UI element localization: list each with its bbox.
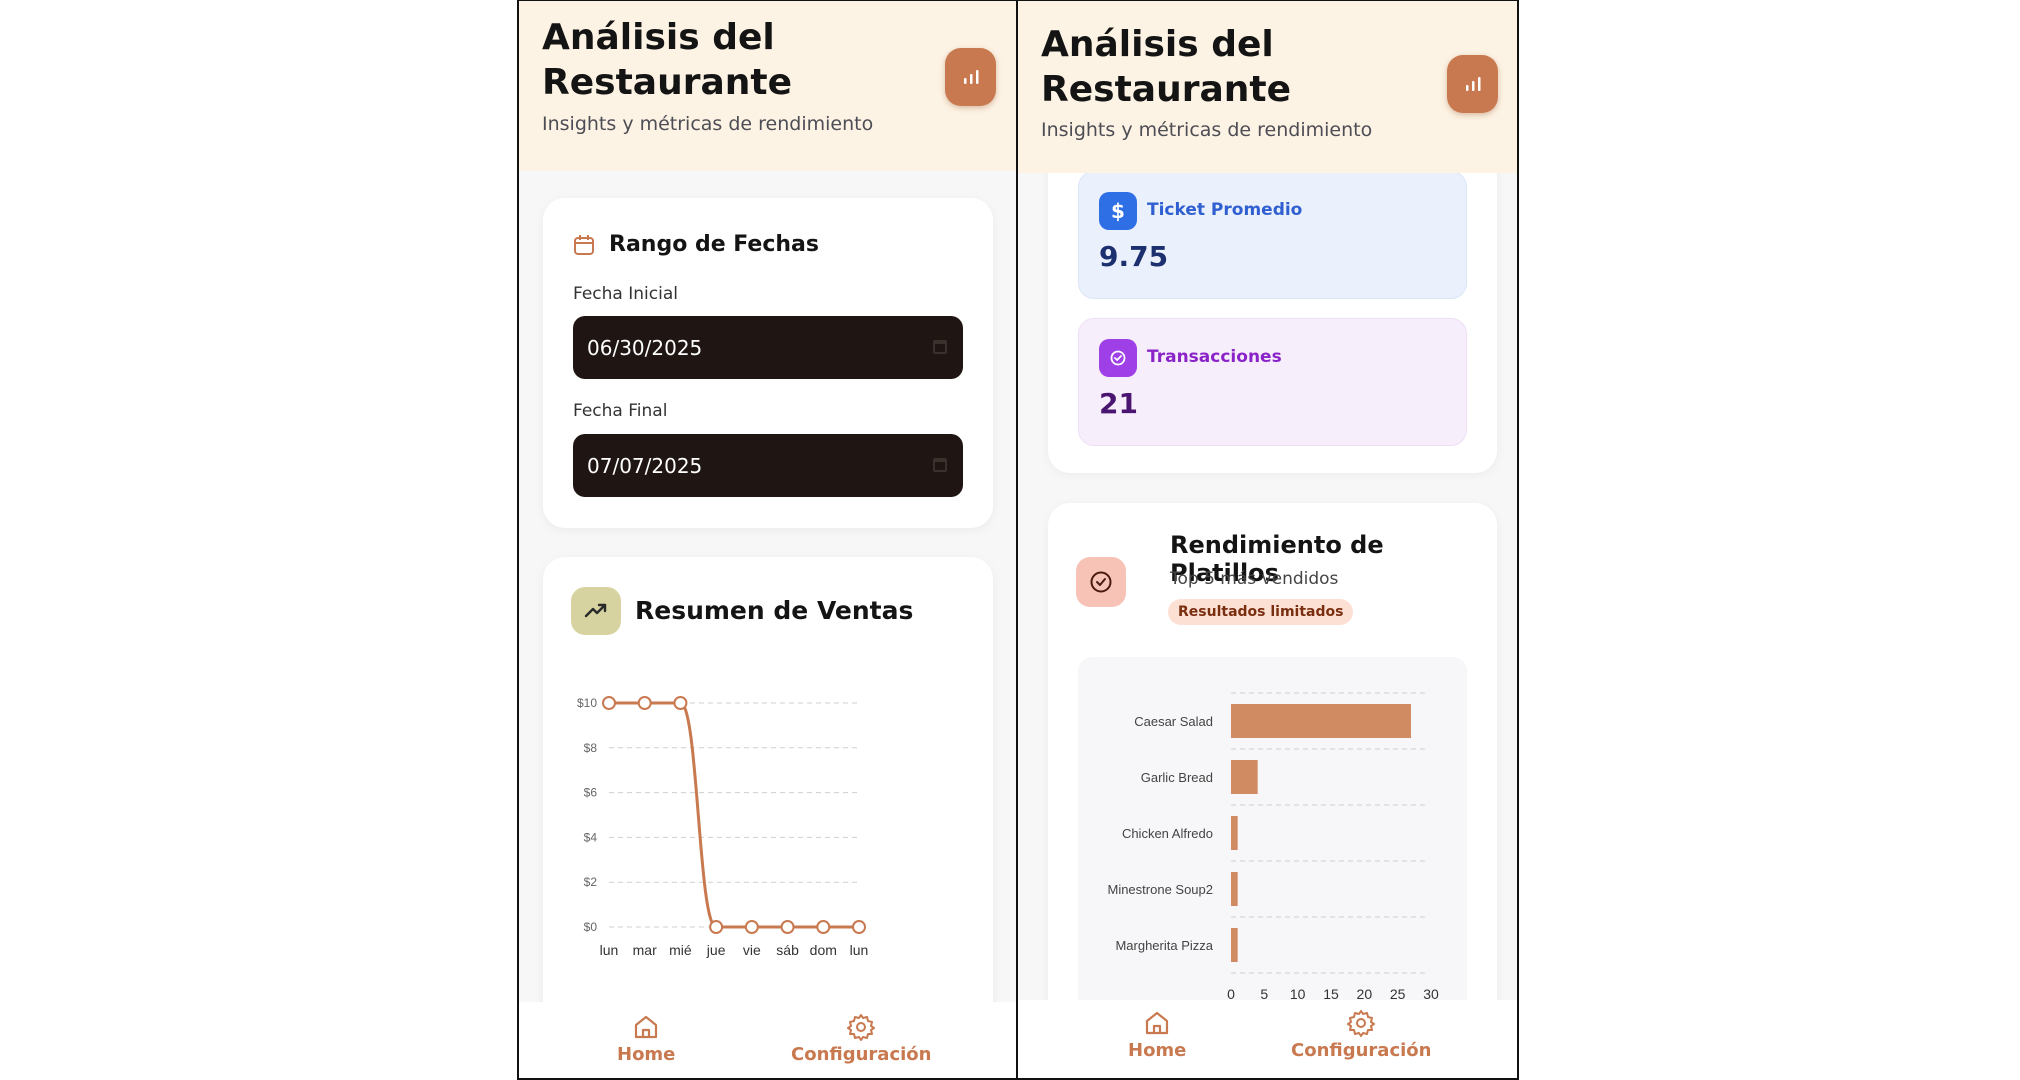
page-title: Análisis del Restaurante <box>542 15 792 105</box>
date-range-title: Rango de Fechas <box>609 232 819 257</box>
left-screen: Análisis del Restaurante Insights y métr… <box>517 0 1018 1080</box>
nav-settings[interactable]: Configuración <box>791 1012 931 1065</box>
dish-bar <box>1231 704 1411 738</box>
start-date-value: 06/30/2025 <box>587 335 703 360</box>
home-icon <box>635 1015 658 1039</box>
start-date-label: Fecha Inicial <box>573 284 678 304</box>
page-title: Análisis del Restaurante <box>1041 22 1291 112</box>
title-line-1: Análisis del <box>1041 24 1274 65</box>
y-tick-label: $6 <box>584 786 598 800</box>
sales-point <box>780 920 795 934</box>
check-circle-icon <box>1090 571 1112 593</box>
calendar-icon <box>574 235 594 255</box>
x-tick-label: mié <box>669 942 692 958</box>
transactions-label: Transacciones <box>1147 347 1282 367</box>
analytics-button[interactable] <box>945 48 996 106</box>
transactions-stat: Transacciones 21 <box>1078 318 1467 446</box>
sales-point <box>602 696 616 710</box>
date-range-card: Rango de Fechas Fecha Inicial 06/30/2025… <box>543 198 993 528</box>
limited-results-badge: Resultados limitados <box>1168 599 1354 625</box>
calendar-picker-icon[interactable] <box>933 458 947 472</box>
sales-series-line <box>609 701 859 929</box>
x-tick-label: mar <box>633 942 657 958</box>
dish-performance-subtitle: Top 5 más vendidos <box>1170 569 1339 589</box>
sales-point <box>852 920 866 934</box>
sales-point <box>816 920 831 934</box>
page-subtitle: Insights y métricas de rendimiento <box>1041 119 1373 141</box>
page-subtitle: Insights y métricas de rendimiento <box>542 113 874 135</box>
dish-bar <box>1231 816 1238 850</box>
category-label: Minestrone Soup2 <box>1107 882 1213 897</box>
check-circle-icon <box>1099 339 1137 377</box>
nav-settings-label: Configuración <box>1291 1040 1432 1061</box>
y-tick-label: $4 <box>584 830 598 844</box>
dish-bar <box>1231 928 1238 962</box>
x-tick-label: lun <box>850 942 869 958</box>
start-date-input[interactable]: 06/30/2025 <box>573 316 963 379</box>
end-date-label: Fecha Final <box>573 401 668 421</box>
dish-bar <box>1231 872 1238 906</box>
sales-point <box>744 920 759 934</box>
end-date-input[interactable]: 07/07/2025 <box>573 434 963 497</box>
avg-ticket-value: 9.75 <box>1099 240 1169 273</box>
right-screen: $ Ticket Promedio 9.75 Transacciones 21 … <box>1016 0 1519 1080</box>
nav-home-label: Home <box>1128 1040 1187 1061</box>
category-label: Garlic Bread <box>1141 770 1213 785</box>
sales-summary-card: Resumen de Ventas $0 $2 $4 $6 $8 $10 lun mar mié… <box>543 557 993 1037</box>
nav-home[interactable]: Home <box>617 1012 675 1065</box>
gear-icon <box>847 1014 876 1041</box>
dish-bar <box>1231 760 1258 794</box>
page-header: Análisis del Restaurante Insights y métr… <box>519 1 1016 171</box>
calendar-picker-icon[interactable] <box>933 340 947 354</box>
title-line-2: Restaurante <box>1041 69 1291 110</box>
gear-icon <box>1347 1010 1376 1037</box>
sales-point <box>673 696 688 710</box>
bottom-nav: Home Configuración <box>519 1002 1016 1078</box>
sales-point <box>637 696 652 710</box>
avg-ticket-label: Ticket Promedio <box>1147 200 1303 220</box>
bar-chart-icon <box>963 70 978 84</box>
dish-bar-chart: Caesar Salad Garlic Bread Chicken Alfredo M… <box>1107 692 1439 1002</box>
nav-settings-label: Configuración <box>791 1044 932 1065</box>
y-tick-label: $8 <box>584 741 598 755</box>
category-label: Chicken Alfredo <box>1122 826 1213 841</box>
sales-point <box>709 920 724 934</box>
title-line-2: Restaurante <box>542 62 792 103</box>
analytics-button[interactable] <box>1447 55 1498 113</box>
x-tick-label: sáb <box>776 942 799 958</box>
dollar-icon: $ <box>1099 192 1137 230</box>
x-tick-label: vie <box>743 942 761 958</box>
sales-line-chart: $0$2$4$6$8$10lun mar mié jue vie sáb dom lun <box>577 696 869 958</box>
page-header: Análisis del Restaurante Insights y métr… <box>1018 1 1517 173</box>
x-tick-label: lun <box>600 942 619 958</box>
dish-icon-box <box>1076 557 1126 607</box>
nav-home[interactable]: Home <box>1128 1008 1186 1061</box>
dish-chart-area: Caesar Salad Garlic Bread Chicken Alfredo M… <box>1078 657 1467 1017</box>
y-tick-label: $2 <box>584 875 598 889</box>
transactions-value: 21 <box>1099 387 1138 420</box>
nav-home-label: Home <box>617 1044 676 1065</box>
home-icon <box>1146 1011 1169 1035</box>
end-date-value: 07/07/2025 <box>587 453 703 478</box>
category-label: Caesar Salad <box>1134 714 1213 729</box>
nav-settings[interactable]: Configuración <box>1291 1008 1431 1061</box>
category-label: Margherita Pizza <box>1115 938 1213 953</box>
title-line-1: Análisis del <box>542 17 775 58</box>
bar-chart-icon <box>1465 77 1480 91</box>
y-tick-label: $10 <box>577 696 597 710</box>
y-tick-label: $0 <box>584 920 598 934</box>
x-tick-label: jue <box>706 942 726 958</box>
x-tick-label: dom <box>810 942 837 958</box>
avg-ticket-stat: $ Ticket Promedio 9.75 <box>1078 171 1467 299</box>
bottom-nav: Home Configuración <box>1018 1000 1517 1078</box>
